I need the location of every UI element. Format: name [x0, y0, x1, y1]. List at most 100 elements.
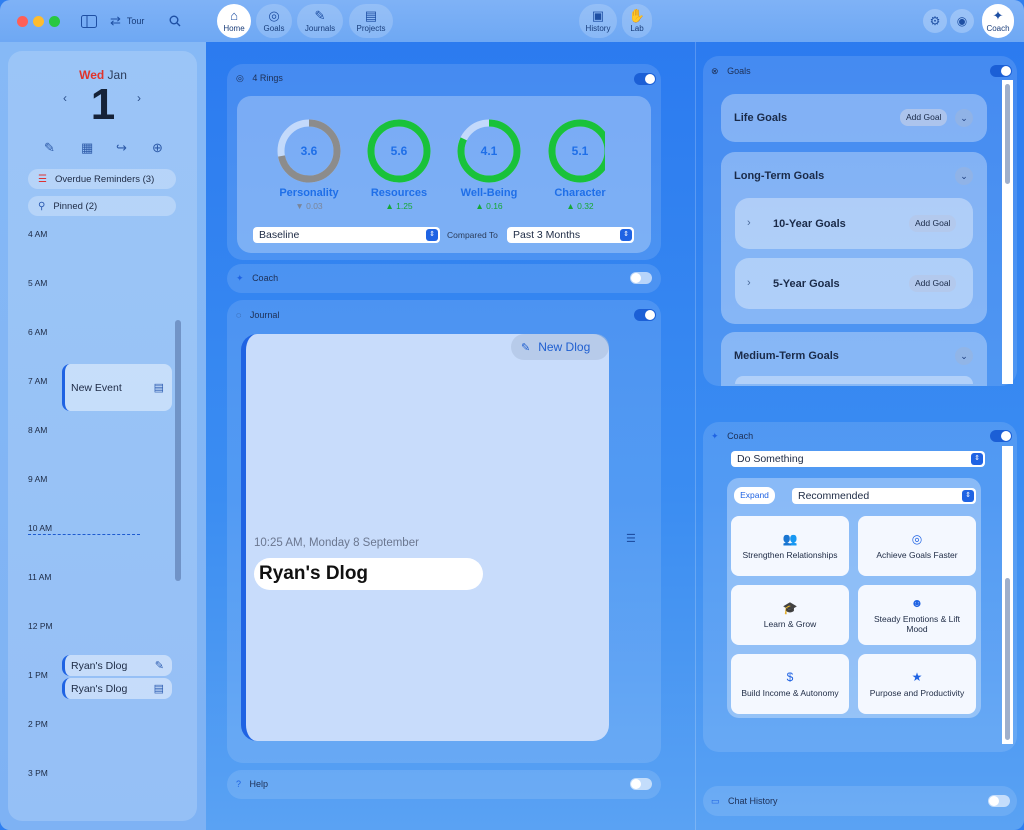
journal-icon: ✎	[314, 8, 326, 23]
journal-icon: ✎	[154, 660, 164, 672]
calendar-event[interactable]: Ryan's Dlog ▤	[62, 678, 172, 699]
chevron-down-icon[interactable]: ⌄	[955, 167, 973, 185]
event-title: Ryan's Dlog	[71, 682, 128, 695]
nav-projects-label: Projects	[356, 24, 386, 33]
sparkle-icon: ✦	[992, 8, 1004, 23]
coach-suggestion-card[interactable]: 👥 Strengthen Relationships	[731, 516, 849, 576]
event-card-icon: ▤	[153, 382, 164, 394]
coach-suggestion-card[interactable]: $ Build Income & Autonomy	[731, 654, 849, 714]
nav-journals[interactable]: ✎ Journals	[297, 4, 343, 38]
list-options-icon[interactable]: ☰	[626, 532, 636, 545]
help-toggle[interactable]	[630, 778, 652, 790]
new-dlog-button[interactable]: ✎ New Dlog	[511, 334, 609, 360]
graduation-cap-icon: 🎓	[782, 601, 798, 615]
nav-goals-label: Goals	[263, 24, 285, 33]
goals-scrollbar[interactable]	[1005, 84, 1010, 184]
goals-header: ⊗ Goals	[711, 66, 751, 77]
ring-label: Well-Being	[460, 187, 518, 199]
chevron-right-icon[interactable]: ›	[747, 277, 751, 289]
nav-goals[interactable]: ◎ Goals	[256, 4, 292, 38]
close-window-button[interactable]	[17, 16, 28, 27]
coach-scrollbar[interactable]	[1005, 578, 1010, 740]
coach-suggestion-card[interactable]: ◎ Achieve Goals Faster	[858, 516, 976, 576]
journal-toggle[interactable]	[634, 309, 656, 321]
coach-bar-toggle[interactable]	[630, 272, 652, 284]
pinned-button[interactable]: ⚲ Pinned (2)	[28, 196, 176, 216]
calendar-event[interactable]: Ryan's Dlog ✎	[62, 655, 172, 676]
overdue-reminders-button[interactable]: ☰ Overdue Reminders (3)	[28, 169, 176, 189]
chevron-down-icon[interactable]: ⌄	[955, 109, 973, 127]
nav-projects[interactable]: ▤ Projects	[349, 4, 393, 38]
coach-bar[interactable]	[227, 264, 661, 293]
ring-delta: ▼ 0.03	[295, 201, 323, 211]
previous-day-icon[interactable]: ‹	[63, 91, 67, 105]
rings-title: 4 Rings	[252, 73, 283, 83]
hour-label: 3 PM	[28, 768, 48, 778]
add-goal-button[interactable]: Add Goal	[909, 275, 957, 292]
chevron-down-icon[interactable]: ⌄	[955, 347, 973, 365]
add-goal-button[interactable]: Add Goal	[900, 109, 948, 126]
search-icon[interactable]	[164, 11, 186, 31]
help-bar[interactable]	[227, 770, 661, 799]
apple-icon: ◌	[236, 310, 242, 320]
reminders-list-icon: ☰	[38, 173, 47, 185]
minimize-window-button[interactable]	[33, 16, 44, 27]
tour-button[interactable]: ⇄ Tour	[110, 11, 154, 31]
baseline-select[interactable]: Baseline ⇕	[253, 227, 440, 243]
app-window: ⇄ Tour ⌂ Home ◎ Goals ✎ Journals ▤ Proje…	[0, 0, 1024, 830]
period-select[interactable]: Past 3 Months ⇕	[507, 227, 634, 243]
ring-value: 3.6	[300, 144, 318, 158]
history-button[interactable]: ▣ History	[579, 4, 617, 38]
coach-action-select[interactable]: Do Something ⇕	[731, 451, 985, 467]
account-icon[interactable]: ◉	[950, 9, 974, 33]
hour-label: 1 PM	[28, 670, 48, 680]
nav-home-label: Home	[223, 24, 245, 33]
ring-label: Personality	[279, 187, 339, 199]
new-dlog-label: New Dlog	[538, 340, 591, 354]
hour-label: 4 AM	[28, 229, 48, 239]
chevron-updown-icon: ⇕	[962, 490, 974, 502]
hour-label: 8 AM	[28, 425, 48, 435]
history-icon: ▣	[591, 8, 605, 23]
next-day-icon[interactable]: ›	[137, 91, 141, 105]
coach-bar-header: ✦ Coach	[236, 273, 278, 284]
nav-journals-label: Journals	[304, 24, 336, 33]
chevron-right-icon[interactable]: ›	[747, 217, 751, 229]
help-header: ? Help	[236, 779, 268, 789]
ring-label: Character	[554, 187, 606, 199]
share-icon[interactable]: ↪	[116, 140, 127, 156]
chat-history-label: Chat History	[728, 796, 778, 806]
history-label: History	[585, 24, 611, 33]
ring-delta: ▲ 1.25	[385, 201, 413, 211]
coach-suggestion-card[interactable]: ★ Purpose and Productivity	[858, 654, 976, 714]
sidebar-toggle-icon[interactable]	[78, 11, 100, 31]
chat-history-toggle[interactable]	[988, 795, 1010, 807]
add-goal-button[interactable]: Add Goal	[909, 215, 957, 232]
coach-suggestion-card[interactable]: 🎓 Learn & Grow	[731, 585, 849, 645]
sparkle-icon: ✦	[236, 273, 244, 283]
calendar-view-icon[interactable]: ▦	[81, 140, 93, 156]
coach-suggestion-card[interactable]: ☻ Steady Emotions & Lift Mood	[858, 585, 976, 645]
entry-title-field[interactable]: Ryan's Dlog	[254, 558, 483, 590]
zoom-window-button[interactable]	[49, 16, 60, 27]
suggestion-label: Strengthen Relationships	[742, 550, 838, 560]
tour-label: Tour	[126, 16, 145, 26]
compose-icon[interactable]: ✎	[44, 140, 55, 156]
recommended-select[interactable]: Recommended ⇕	[792, 488, 976, 504]
coach-button[interactable]: ✦ Coach	[982, 4, 1014, 38]
lab-button[interactable]: ✋ Lab	[622, 4, 652, 38]
coach-title: Coach	[727, 431, 754, 441]
goals-toggle[interactable]	[990, 65, 1012, 77]
nav-home[interactable]: ⌂ Home	[217, 4, 251, 38]
calendar-scrollbar[interactable]	[175, 320, 181, 581]
zoom-in-icon[interactable]: ⊕	[152, 140, 163, 156]
smiley-icon: ☻	[910, 596, 924, 610]
column-divider	[695, 42, 696, 830]
clipboard-icon: ▤	[153, 683, 164, 695]
calendar-event[interactable]: New Event ▤	[62, 364, 172, 411]
baseline-value: Baseline	[259, 229, 300, 241]
settings-icon[interactable]: ⚙	[923, 9, 947, 33]
coach-toggle[interactable]	[990, 430, 1012, 442]
rings-toggle[interactable]	[634, 73, 656, 85]
expand-button[interactable]: Expand	[734, 487, 775, 504]
